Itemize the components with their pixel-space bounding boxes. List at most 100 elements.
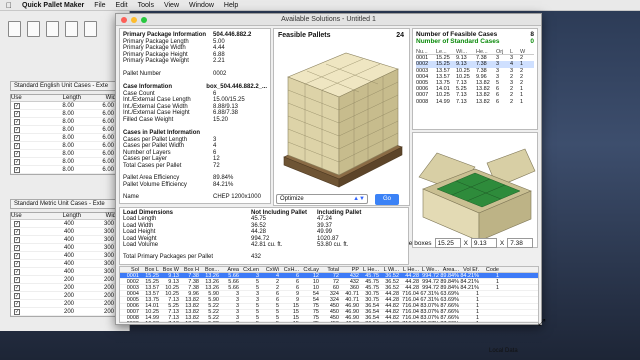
use-checkbox[interactable]: ✓ xyxy=(14,284,20,291)
open-document-icon[interactable] xyxy=(27,21,40,37)
use-checkbox[interactable]: ✓ xyxy=(14,268,20,275)
table-row[interactable]: ✓ 8.00 6.00 xyxy=(11,142,127,150)
cases-table-row[interactable]: 0008 14.99 7.13 13.82 6 2 1 xyxy=(416,99,534,105)
solutions-col-header[interactable]: Box... xyxy=(200,267,220,273)
menu-file[interactable]: File xyxy=(94,2,105,9)
export-document-icon[interactable] xyxy=(65,21,78,37)
cases-col-header[interactable]: Le... xyxy=(436,49,456,55)
use-checkbox[interactable]: ✓ xyxy=(14,166,20,173)
go-button[interactable]: Go xyxy=(375,194,399,205)
solutions-col-header[interactable]: Area... xyxy=(440,267,460,273)
solutions-col-header[interactable]: Vol Ef. xyxy=(460,267,480,273)
solutions-col-header[interactable]: L Wi... xyxy=(380,267,400,273)
print-document-icon[interactable] xyxy=(84,21,97,37)
table-row[interactable]: ✓ 8.00 6.00 xyxy=(11,166,127,174)
menu-view[interactable]: View xyxy=(164,2,179,9)
solutions-table-row[interactable]: 000916.987.1313.825.22355157545046.9036.… xyxy=(120,321,538,322)
use-checkbox[interactable]: ✓ xyxy=(14,134,20,141)
table-row[interactable]: ✓ 400 300 xyxy=(11,244,127,252)
cases-col-header[interactable]: W xyxy=(520,49,530,55)
table-row[interactable]: ✓ 400 300 xyxy=(11,220,127,228)
use-checkbox[interactable]: ✓ xyxy=(14,142,20,149)
solutions-col-header[interactable]: CxH... xyxy=(280,267,300,273)
use-checkbox[interactable]: ✓ xyxy=(14,150,20,157)
use-checkbox[interactable]: ✓ xyxy=(14,252,20,259)
enlarge-y-field[interactable]: 9.13 xyxy=(470,238,497,248)
cases-col-header[interactable]: Nu... xyxy=(416,49,436,55)
solutions-col-header[interactable]: CxWi xyxy=(260,267,280,273)
cases-table-row[interactable]: 0003 13.57 10.25 7.38 3 3 2 xyxy=(416,68,534,74)
enlarge-x-field[interactable]: 15.25 xyxy=(434,238,461,248)
use-checkbox[interactable]: ✓ xyxy=(14,300,20,307)
menu-help[interactable]: Help xyxy=(224,2,238,9)
table-row[interactable]: ✓ 8.00 6.00 xyxy=(11,110,127,118)
table-row[interactable]: ✓ 8.00 6.00 xyxy=(11,118,127,126)
use-checkbox[interactable]: ✓ xyxy=(14,110,20,117)
cases-col-header[interactable]: He... xyxy=(476,49,496,55)
use-checkbox[interactable]: ✓ xyxy=(14,260,20,267)
use-checkbox[interactable]: ✓ xyxy=(14,158,20,165)
table-row[interactable]: ✓ 8.00 6.00 xyxy=(11,150,127,158)
solutions-col-header[interactable]: Box H xyxy=(180,267,200,273)
table-row[interactable]: ✓ 400 300 xyxy=(11,268,127,276)
menu-edit[interactable]: Edit xyxy=(116,2,128,9)
table-row[interactable]: ✓ 200 200 xyxy=(11,284,127,292)
solutions-col-header[interactable]: L He... xyxy=(360,267,380,273)
optimize-select[interactable]: Optimize ▲▼ xyxy=(276,194,368,204)
enlarge-z-field[interactable]: 7.38 xyxy=(507,238,534,248)
table-row[interactable]: ✓ 400 300 xyxy=(11,236,127,244)
cases-table-row[interactable]: 0006 14.01 5.25 13.82 6 2 1 xyxy=(416,86,534,92)
solutions-col-header[interactable]: Area xyxy=(220,267,240,273)
table-row[interactable]: ✓ 400 300 xyxy=(11,260,127,268)
desktop-local-data-label[interactable]: Local Data xyxy=(489,348,518,354)
use-checkbox[interactable]: ✓ xyxy=(14,228,20,235)
solutions-col-header[interactable]: CxLen xyxy=(240,267,260,273)
table-row[interactable]: ✓ 200 200 xyxy=(11,300,127,308)
menu-app-name[interactable]: Quick Pallet Maker xyxy=(22,2,84,9)
cases-table-row[interactable]: 0007 10.25 7.13 13.82 6 2 1 xyxy=(416,92,534,98)
cases-table-row[interactable]: 0002 15.25 9.13 7.38 3 4 1 xyxy=(416,61,534,68)
table-row[interactable]: ✓ 200 200 xyxy=(11,276,127,284)
cases-col-header[interactable]: Orj xyxy=(496,49,510,55)
cases-table-row[interactable]: 0005 13.75 7.13 13.82 5 3 2 xyxy=(416,80,534,86)
use-checkbox[interactable]: ✓ xyxy=(14,308,20,315)
solutions-col-header[interactable]: Sol xyxy=(120,267,140,273)
cases-col-header[interactable]: L xyxy=(510,49,520,55)
table-row[interactable]: ✓ 8.00 6.00 xyxy=(11,134,127,142)
table-row[interactable]: ✓ 8.00 6.00 xyxy=(11,158,127,166)
zoom-window-button[interactable] xyxy=(141,17,147,23)
use-checkbox[interactable]: ✓ xyxy=(14,244,20,251)
table-row[interactable]: ✓ 200 200 xyxy=(11,308,127,316)
solutions-col-header[interactable]: Box W xyxy=(160,267,180,273)
menu-window[interactable]: Window xyxy=(189,2,214,9)
solutions-col-header[interactable]: PP xyxy=(340,267,360,273)
minimize-window-button[interactable] xyxy=(131,17,137,23)
table-row[interactable]: ✓ 8.00 6.00 xyxy=(11,126,127,134)
solutions-col-header[interactable]: Box L xyxy=(140,267,160,273)
close-window-button[interactable] xyxy=(121,17,127,23)
cases-table-row[interactable]: 0004 13.57 10.25 9.96 3 2 2 xyxy=(416,74,534,80)
solutions-col-header[interactable]: CxLay xyxy=(300,267,320,273)
use-checkbox[interactable]: ✓ xyxy=(14,236,20,243)
table-row[interactable]: ✓ 400 300 xyxy=(11,252,127,260)
cases-col-header[interactable]: Wi... xyxy=(456,49,476,55)
table-row[interactable]: ✓ 8.00 6.00 xyxy=(11,102,127,110)
solutions-col-header[interactable]: L We... xyxy=(420,267,440,273)
cases-table-row[interactable]: 0001 15.25 9.13 7.38 3 3 2 xyxy=(416,55,534,61)
solutions-col-header[interactable]: Code xyxy=(480,267,500,273)
save-document-icon[interactable] xyxy=(46,21,59,37)
window-titlebar[interactable]: Available Solutions - Untitled 1 xyxy=(116,14,541,26)
use-checkbox[interactable]: ✓ xyxy=(14,118,20,125)
table-row[interactable]: ✓ 400 300 xyxy=(11,228,127,236)
use-checkbox[interactable]: ✓ xyxy=(14,126,20,133)
table-row[interactable]: ✓ 200 200 xyxy=(11,292,127,300)
apple-icon[interactable]:  xyxy=(6,1,12,10)
solutions-col-header[interactable]: Total xyxy=(320,267,340,273)
use-checkbox[interactable]: ✓ xyxy=(14,276,20,283)
use-checkbox[interactable]: ✓ xyxy=(14,102,20,109)
menu-tools[interactable]: Tools xyxy=(138,2,154,9)
solutions-col-header[interactable]: L He... xyxy=(400,267,420,273)
use-checkbox[interactable]: ✓ xyxy=(14,220,20,227)
use-checkbox[interactable]: ✓ xyxy=(14,292,20,299)
new-document-icon[interactable] xyxy=(8,21,21,37)
